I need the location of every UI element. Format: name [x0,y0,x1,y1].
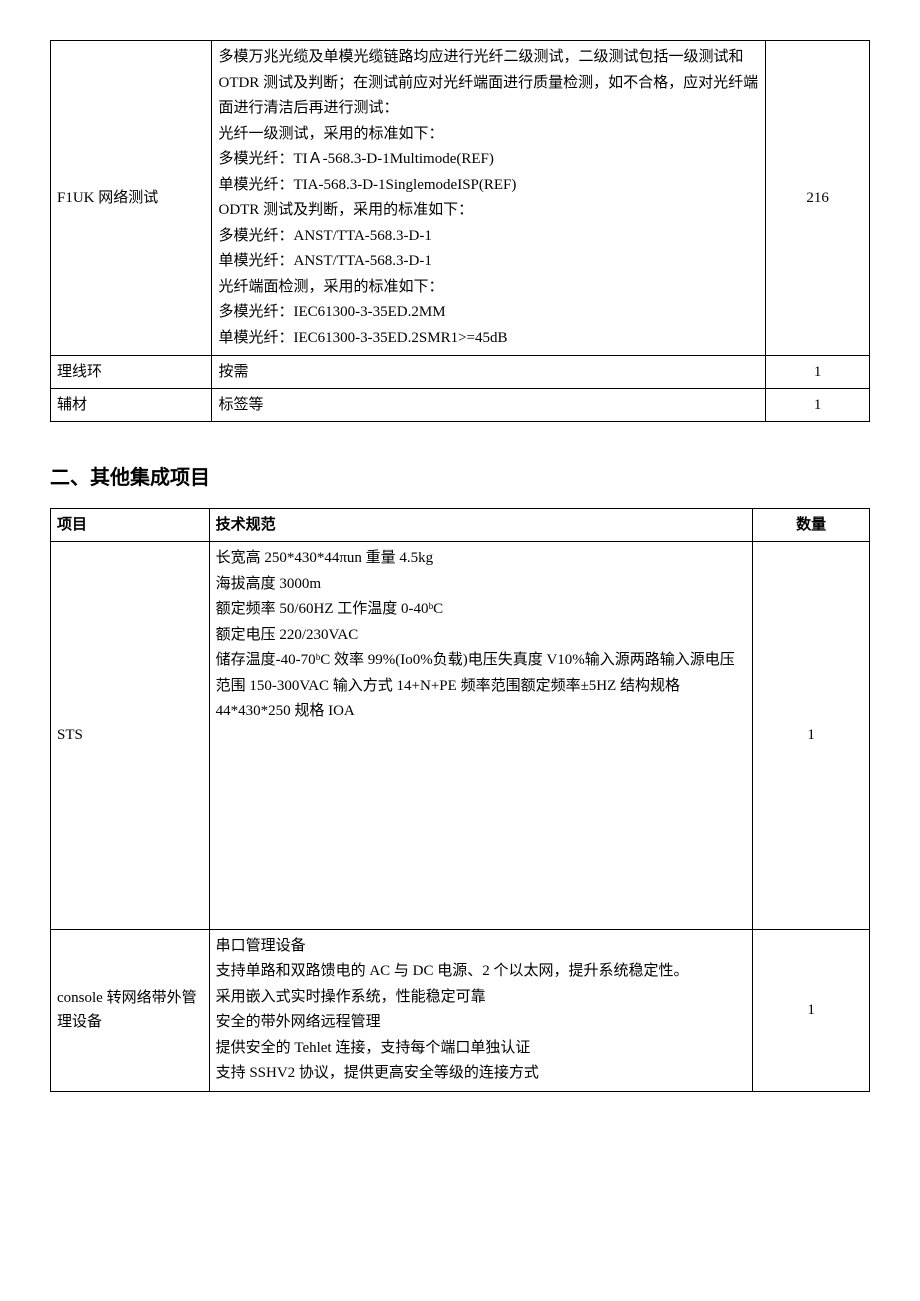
header-spec: 技术规范 [209,509,753,542]
spec-cell: 长宽高 250*430*44πun 重量 4.5kg 海拔高度 3000m 额定… [209,542,753,930]
spec-table-2: 项目 技术规范 数量 STS 长宽高 250*430*44πun 重量 4.5k… [50,508,870,1092]
spec-text: 多模万兆光缆及单模光缆链路均应进行光纤二级测试，二级测试包括一级测试和 OTDR… [218,45,759,351]
cell-padding [216,725,747,925]
table-row: 理线环 按需 1 [51,356,870,389]
header-project: 项目 [51,509,210,542]
table-row: 辅材 标签等 1 [51,389,870,422]
qty-cell: 1 [766,356,870,389]
qty-cell: 1 [766,389,870,422]
spec-cell: 按需 [212,356,766,389]
table-row: F1UK 网络测试 多模万兆光缆及单模光缆链路均应进行光纤二级测试，二级测试包括… [51,41,870,356]
spec-cell: 多模万兆光缆及单模光缆链路均应进行光纤二级测试，二级测试包括一级测试和 OTDR… [212,41,766,356]
spec-cell: 标签等 [212,389,766,422]
qty-cell: 1 [753,929,870,1091]
spec-text: 串口管理设备 支持单路和双路馈电的 AC 与 DC 电源、2 个以太网，提升系统… [216,934,747,1087]
qty-cell: 1 [753,542,870,930]
header-qty: 数量 [753,509,870,542]
spec-table-1: F1UK 网络测试 多模万兆光缆及单模光缆链路均应进行光纤二级测试，二级测试包括… [50,40,870,422]
project-cell: 辅材 [51,389,212,422]
spec-cell: 串口管理设备 支持单路和双路馈电的 AC 与 DC 电源、2 个以太网，提升系统… [209,929,753,1091]
project-cell: STS [51,542,210,930]
section-heading-other-integration: 二、其他集成项目 [50,462,870,494]
spec-text: 长宽高 250*430*44πun 重量 4.5kg 海拔高度 3000m 额定… [216,546,747,725]
table-header-row: 项目 技术规范 数量 [51,509,870,542]
table-row: STS 长宽高 250*430*44πun 重量 4.5kg 海拔高度 3000… [51,542,870,930]
project-cell: 理线环 [51,356,212,389]
project-cell: F1UK 网络测试 [51,41,212,356]
document-page: F1UK 网络测试 多模万兆光缆及单模光缆链路均应进行光纤二级测试，二级测试包括… [50,40,870,1092]
table-row: console 转网络带外管理设备 串口管理设备 支持单路和双路馈电的 AC 与… [51,929,870,1091]
qty-cell: 216 [766,41,870,356]
project-cell: console 转网络带外管理设备 [51,929,210,1091]
